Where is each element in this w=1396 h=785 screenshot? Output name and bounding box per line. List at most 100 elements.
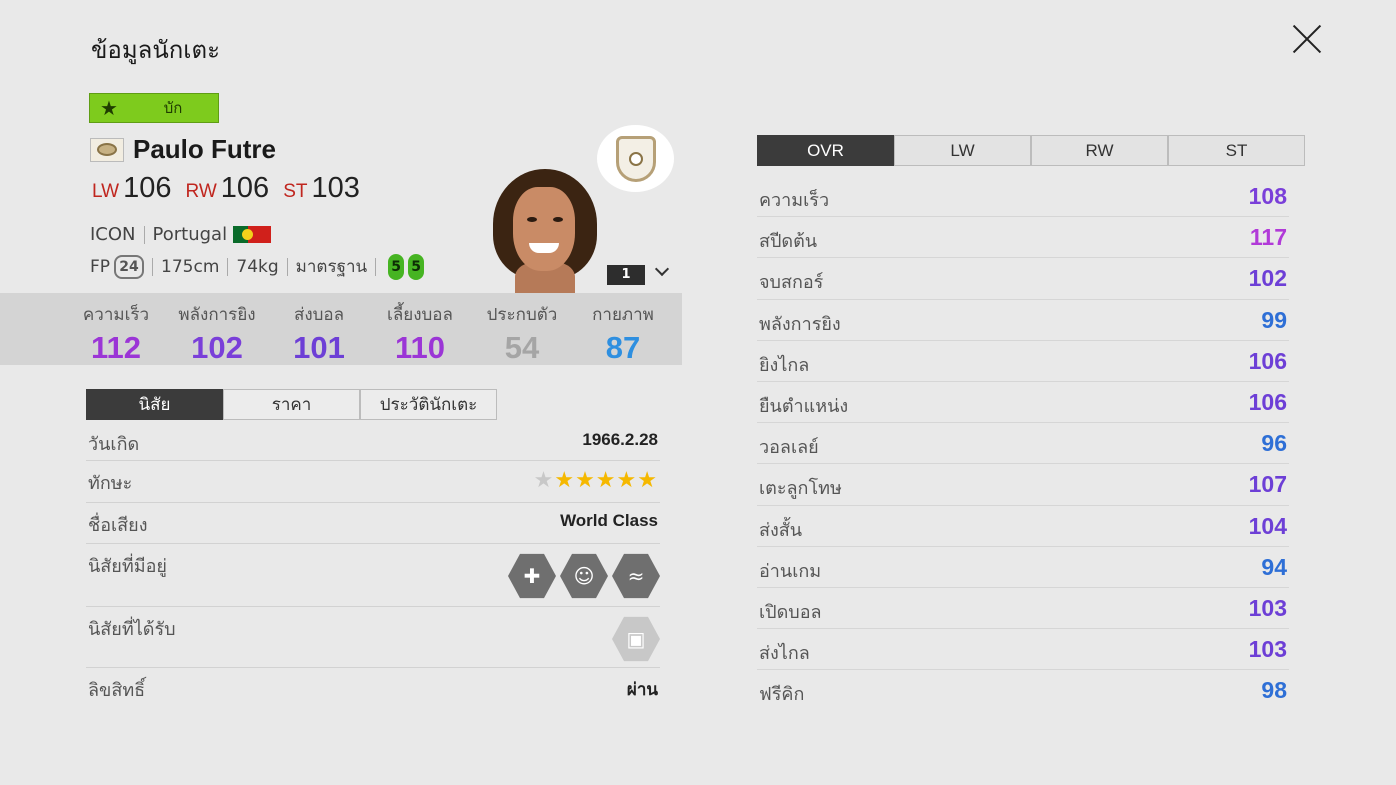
nation-name: Portugal: [152, 224, 228, 245]
grade-badge: ★ บัก: [89, 93, 219, 123]
attribute-value: 96: [1261, 430, 1287, 457]
star-filled-icon: ★: [554, 468, 576, 493]
tab-history[interactable]: ประวัตินักเตะ: [360, 389, 497, 420]
reputation-value: World Class: [560, 511, 658, 530]
attribute-value: 98: [1261, 677, 1287, 704]
info-row-gained-traits: นิสัยที่ได้รับ ▣: [86, 607, 660, 668]
info-tabs: นิสัย ราคา ประวัตินักเตะ: [86, 389, 497, 420]
grade-badge-label: บัก: [163, 99, 183, 117]
page-title: ข้อมูลนักเตะ: [91, 36, 220, 64]
position-value: 103: [311, 172, 360, 204]
card-nation-line: ICON Portugal: [90, 224, 272, 245]
summary-label: ประกบตัว: [486, 305, 558, 325]
birth-date: 1966.2.28: [582, 430, 658, 449]
skill-stars: ★★★★★★: [534, 468, 658, 493]
fp-label: FP: [90, 256, 111, 277]
position-rating-lw: LW 106: [92, 172, 171, 205]
close-icon[interactable]: [1286, 20, 1326, 60]
attribute-name: พลังการยิง: [759, 313, 841, 335]
card-type: ICON: [90, 224, 136, 245]
position-value: 106: [123, 172, 172, 204]
enhancement-level[interactable]: 1: [607, 265, 645, 285]
info-label: วันเกิด: [88, 434, 140, 455]
attribute-value: 104: [1248, 512, 1287, 539]
star-filled-icon: ★: [637, 468, 658, 493]
summary-value: 112: [90, 330, 141, 365]
tab-price[interactable]: ราคา: [223, 389, 360, 420]
height: 175cm: [161, 256, 220, 277]
tab-st[interactable]: ST: [1168, 135, 1305, 166]
position-code: RW: [185, 181, 217, 202]
attribute-name: ความเร็ว: [759, 190, 830, 211]
fp-value: 24: [114, 254, 145, 279]
flair-icon[interactable]: ☺: [560, 553, 608, 599]
attribute-row: ฟรีคิก 98: [757, 670, 1289, 711]
tab-rw[interactable]: RW: [1031, 135, 1168, 166]
player-photo: [485, 165, 605, 293]
info-row-traits: นิสัยที่มีอยู่ ✚ ☺ ≈: [86, 544, 660, 607]
position-code: LW: [92, 181, 120, 202]
position-rating-st: ST 103: [283, 172, 360, 205]
dribbling-icon[interactable]: ≈: [612, 553, 660, 599]
player-name-row: Paulo Futre: [90, 134, 276, 165]
summary-label: ส่งบอล: [293, 305, 345, 325]
star-icon: ★: [100, 96, 118, 120]
attribute-name: ฟรีคิก: [759, 684, 805, 706]
summary-label: กายภาพ: [592, 305, 654, 325]
icon-emblem-icon: [597, 125, 674, 192]
attribute-name: อ่านเกม: [759, 560, 822, 582]
summary-label: เลี้ยงบอล: [387, 305, 453, 325]
tab-traits[interactable]: นิสัย: [86, 389, 223, 420]
summary-stat: ประกบตัว 54: [472, 301, 572, 366]
star-filled-icon: ★: [616, 468, 638, 493]
attribute-row: ยิงไกล 106: [757, 341, 1289, 382]
body-type: มาตรฐาน: [295, 257, 368, 277]
attribute-value: 94: [1261, 553, 1287, 580]
star-filled-icon: ★: [575, 468, 596, 493]
attribute-name: ส่งไกล: [759, 643, 810, 665]
position-tabs: OVR LW RW ST: [757, 135, 1305, 166]
tab-lw[interactable]: LW: [894, 135, 1031, 166]
attribute-row: ความเร็ว 108: [757, 176, 1289, 218]
player-name: Paulo Futre: [133, 134, 277, 164]
summary-stat: เลี้ยงบอล 110: [370, 301, 470, 366]
portugal-flag-icon: [233, 226, 272, 243]
attribute-row: พลังการยิง 99: [757, 300, 1289, 341]
attribute-row: จบสกอร์ 102: [757, 258, 1289, 300]
attribute-value: 99: [1261, 306, 1287, 333]
position-code: ST: [283, 181, 308, 202]
attribute-value: 117: [1249, 224, 1287, 251]
tab-ovr[interactable]: OVR: [757, 135, 894, 166]
attribute-value: 108: [1248, 183, 1287, 209]
season-icon: [90, 137, 124, 162]
attribute-row: สปีดต้น 117: [757, 217, 1289, 259]
trait-icons: ▣: [608, 615, 660, 663]
trait-icons: ✚ ☺ ≈: [504, 552, 660, 600]
injury-prone-icon[interactable]: ✚: [508, 553, 556, 599]
summary-value: 101: [293, 330, 345, 365]
attribute-name: จบสกอร์: [759, 272, 824, 294]
attribute-row: ส่งสั้น 104: [757, 506, 1289, 547]
weight: 74kg: [236, 256, 279, 277]
info-row-birth: วันเกิด 1966.2.28: [86, 422, 660, 461]
attribute-row: ส่งไกล 103: [757, 629, 1289, 671]
attribute-value: 106: [1248, 347, 1287, 374]
attribute-name: สปีดต้น: [759, 231, 818, 253]
attribute-value: 102: [1248, 265, 1287, 292]
attribute-value: 107: [1248, 471, 1287, 498]
lock-icon[interactable]: ▣: [612, 616, 660, 662]
star-filled-icon: ★: [595, 468, 617, 493]
attribute-name: วอลเลย์: [759, 437, 819, 459]
attribute-name: ส่งสั้น: [759, 519, 803, 541]
attribute-row: เปิดบอล 103: [757, 588, 1289, 630]
summary-label: ความเร็ว: [82, 305, 150, 325]
summary-value: 54: [504, 330, 540, 365]
summary-stat: ส่งบอล 101: [269, 301, 369, 366]
summary-stat: พลังการยิง 102: [167, 301, 267, 366]
attribute-name: เปิดบอล: [759, 601, 822, 623]
chevron-down-icon[interactable]: [654, 262, 670, 278]
attribute-name: ยิงไกล: [759, 354, 810, 376]
summary-stats: ความเร็ว 112 พลังการยิง 102 ส่งบอล 101 เ…: [0, 293, 682, 365]
info-row-skill: ทักษะ ★★★★★★: [86, 461, 660, 503]
left-foot-icon: 5: [388, 253, 405, 280]
